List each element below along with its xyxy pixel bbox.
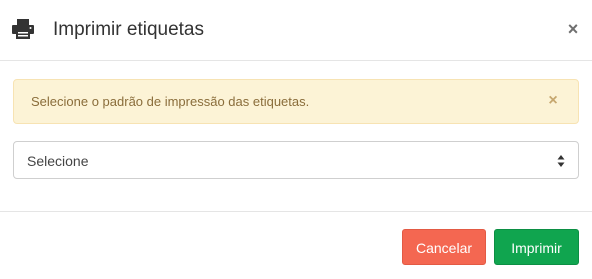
modal-footer: Cancelar Imprimir: [0, 211, 592, 279]
cancel-button[interactable]: Cancelar: [402, 229, 486, 265]
print-button[interactable]: Imprimir: [494, 229, 579, 265]
print-labels-modal: Imprimir etiquetas × Selecione o padrão …: [0, 0, 592, 279]
printer-icon: [12, 19, 34, 39]
sort-arrows-icon: [557, 155, 565, 167]
alert-message: Selecione o padrão de impressão das etiq…: [31, 94, 310, 109]
select-value: Selecione: [27, 153, 89, 169]
close-icon[interactable]: ×: [566, 19, 580, 39]
warning-alert: Selecione o padrão de impressão das etiq…: [13, 79, 579, 124]
print-pattern-select[interactable]: Selecione: [13, 141, 579, 179]
modal-header: Imprimir etiquetas ×: [0, 0, 592, 61]
alert-close-icon[interactable]: ×: [547, 92, 559, 110]
modal-title: Imprimir etiquetas: [53, 19, 204, 40]
